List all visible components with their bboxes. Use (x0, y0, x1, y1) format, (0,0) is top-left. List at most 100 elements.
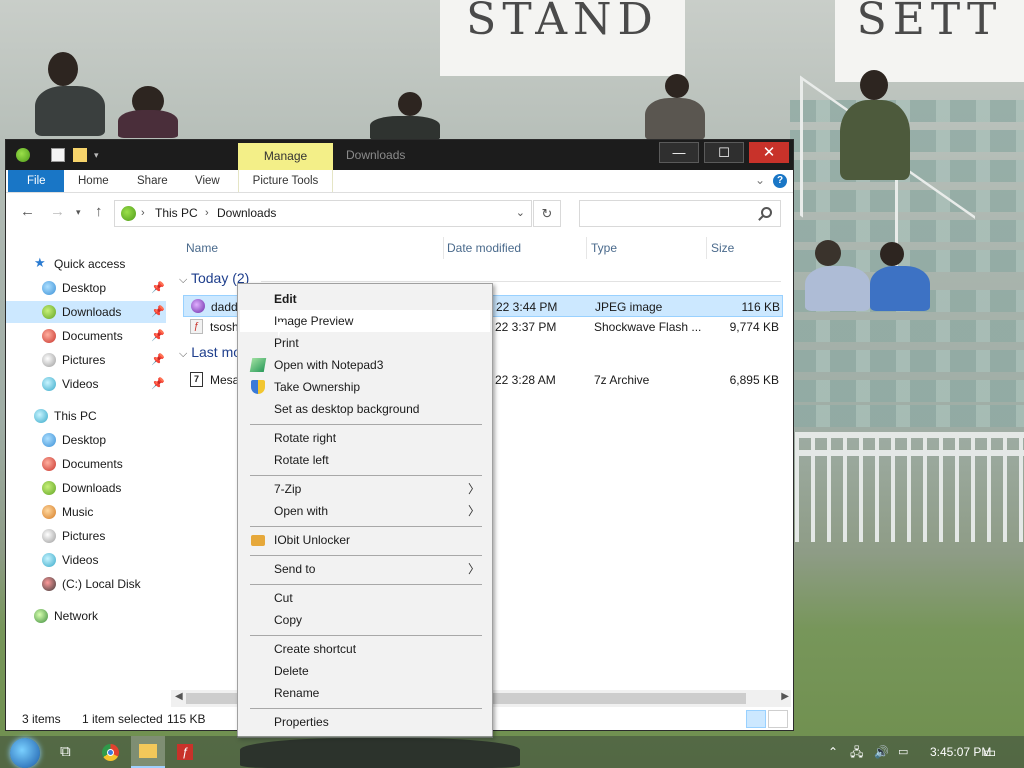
pin-icon[interactable]: 📌 (151, 306, 165, 318)
menu-item-rename[interactable]: Rename (240, 682, 490, 704)
scroll-left-icon[interactable]: ◀ (175, 691, 183, 702)
menu-item-7zip[interactable]: 7-Zip 〉 (240, 478, 490, 500)
sidebar-item-network[interactable]: Network (6, 605, 166, 627)
navigation-bar: ← → ▾ ↑ › This PC › Downloads ⌄ ↻ (6, 193, 793, 233)
file-type: Shockwave Flash ... (594, 320, 702, 334)
minimize-button[interactable]: — (659, 142, 699, 163)
sidebar-item-local-disk[interactable]: (C:) Local Disk (6, 573, 166, 595)
ribbon-expand-icon[interactable]: ⌄ (755, 173, 765, 187)
sidebar-item-downloads[interactable]: Downloads 📌 (6, 301, 166, 323)
tab-view[interactable]: View (195, 170, 220, 192)
sidebar-item-pc-pictures[interactable]: Pictures (6, 525, 166, 547)
unlock-icon (251, 535, 265, 546)
pin-icon[interactable]: 📌 (151, 282, 165, 294)
new-folder-quick-icon[interactable] (73, 148, 87, 162)
help-icon[interactable]: ? (773, 174, 787, 188)
shield-icon (251, 380, 265, 394)
back-arrow-icon[interactable]: ← (20, 203, 35, 220)
action-center-icon[interactable]: ▭ (983, 736, 996, 768)
menu-item-cut[interactable]: Cut (240, 587, 490, 609)
pin-icon[interactable]: 📌 (151, 330, 165, 342)
search-input[interactable] (579, 200, 781, 227)
menu-item-iobit-unlocker[interactable]: IObit Unlocker (240, 529, 490, 551)
pictures-icon (42, 353, 56, 367)
breadcrumb-downloads[interactable]: Downloads (217, 201, 276, 226)
menu-item-open-with[interactable]: Open with 〉 (240, 500, 490, 522)
sidebar-item-pc-documents[interactable]: Documents (6, 453, 166, 475)
sidebar-item-quick-access[interactable]: ★ Quick access (34, 253, 159, 275)
sidebar-item-documents[interactable]: Documents 📌 (6, 325, 166, 347)
sidebar-item-pc-desktop[interactable]: Desktop (6, 429, 166, 451)
qat-dropdown-icon[interactable]: ▾ (94, 148, 108, 162)
pin-icon[interactable]: 📌 (151, 378, 165, 390)
stadium-sign-left: STAND (440, 0, 685, 76)
volume-icon[interactable]: 🔊 (874, 736, 889, 768)
sidebar-item-pc-videos[interactable]: Videos (6, 549, 166, 571)
pin-icon[interactable]: 📌 (151, 354, 165, 366)
column-header-date-modified[interactable]: Date modified (447, 241, 521, 255)
sidebar-item-pc-downloads[interactable]: Downloads (6, 477, 166, 499)
tab-picture-tools[interactable]: Picture Tools (238, 170, 333, 192)
status-item-count: 3 items (22, 712, 61, 726)
menu-item-send-to[interactable]: Send to 〉 (240, 558, 490, 580)
menu-item-rotate-right[interactable]: Rotate right (240, 427, 490, 449)
explorer-app-icon[interactable] (16, 148, 30, 162)
pictures-icon (42, 529, 56, 543)
breadcrumb-chevron-icon[interactable]: › (141, 201, 145, 226)
menu-item-set-desktop-background[interactable]: Set as desktop background (240, 398, 490, 420)
column-header-size[interactable]: Size (711, 241, 734, 255)
documents-icon (42, 457, 56, 471)
file-size: 116 KB (741, 300, 780, 314)
breadcrumb-this-pc[interactable]: This PC (155, 201, 198, 226)
menu-item-create-shortcut[interactable]: Create shortcut (240, 638, 490, 660)
forward-arrow-icon[interactable]: → (50, 203, 65, 220)
address-dropdown-icon[interactable]: ⌄ (516, 201, 525, 226)
up-arrow-icon[interactable]: ↑ (95, 203, 103, 220)
menu-item-edit[interactable]: Edit (240, 288, 490, 310)
tab-share[interactable]: Share (137, 170, 168, 192)
chrome-icon[interactable] (98, 736, 126, 768)
properties-quick-icon[interactable] (51, 148, 65, 162)
tab-manage[interactable]: Manage (238, 143, 333, 170)
tab-home[interactable]: Home (78, 170, 109, 192)
menu-item-rotate-left[interactable]: Rotate left (240, 449, 490, 471)
show-hidden-icons-icon[interactable]: ⌃ (828, 736, 838, 768)
breadcrumb-chevron-icon[interactable]: › (205, 201, 209, 226)
sidebar-item-this-pc[interactable]: This PC (6, 405, 166, 427)
tab-file[interactable]: File (8, 170, 64, 192)
task-view-icon[interactable]: ⧉ (60, 736, 84, 768)
flash-player-icon[interactable]: ƒ (172, 736, 200, 768)
column-header-name[interactable]: Name (186, 241, 218, 255)
maximize-button[interactable]: ☐ (704, 142, 744, 163)
details-view-icon[interactable] (746, 710, 766, 728)
menu-item-properties[interactable]: Properties (240, 711, 490, 733)
recent-locations-icon[interactable]: ▾ (76, 207, 81, 218)
menu-item-take-ownership[interactable]: Take Ownership (240, 376, 490, 398)
menu-item-delete[interactable]: Delete (240, 660, 490, 682)
menu-item-copy[interactable]: Copy (240, 609, 490, 631)
menu-item-open-with-notepad3[interactable]: Open with Notepad3 (240, 354, 490, 376)
sidebar-item-pictures[interactable]: Pictures 📌 (6, 349, 166, 371)
submenu-arrow-icon: 〉 (467, 504, 480, 518)
address-bar[interactable]: › This PC › Downloads ⌄ (114, 200, 532, 227)
large-icons-view-icon[interactable] (768, 710, 788, 728)
scroll-right-icon[interactable]: ▶ (781, 691, 789, 702)
this-pc-icon (121, 206, 136, 221)
start-button[interactable] (6, 736, 46, 768)
mouse-cursor (278, 322, 290, 338)
file-explorer-taskbar-icon[interactable] (131, 736, 165, 768)
keyboard-icon[interactable]: ▭ (898, 736, 908, 768)
this-pc-icon (34, 409, 48, 423)
close-button[interactable]: ✕ (749, 142, 789, 163)
sidebar-item-desktop[interactable]: Desktop 📌 (6, 277, 166, 299)
title-bar[interactable]: ▾ Manage Downloads — ☐ ✕ (6, 140, 793, 170)
column-header-type[interactable]: Type (591, 241, 617, 255)
refresh-button[interactable]: ↻ (533, 200, 561, 227)
jpeg-file-icon (191, 299, 205, 313)
network-tray-icon[interactable]: 🖧 (850, 736, 863, 768)
group-header-last-month[interactable]: ⌵ Last mo (179, 344, 241, 361)
network-icon (34, 609, 48, 623)
sidebar-item-videos[interactable]: Videos 📌 (6, 373, 166, 395)
desktop-icon (42, 281, 56, 295)
sidebar-item-pc-music[interactable]: Music (6, 501, 166, 523)
